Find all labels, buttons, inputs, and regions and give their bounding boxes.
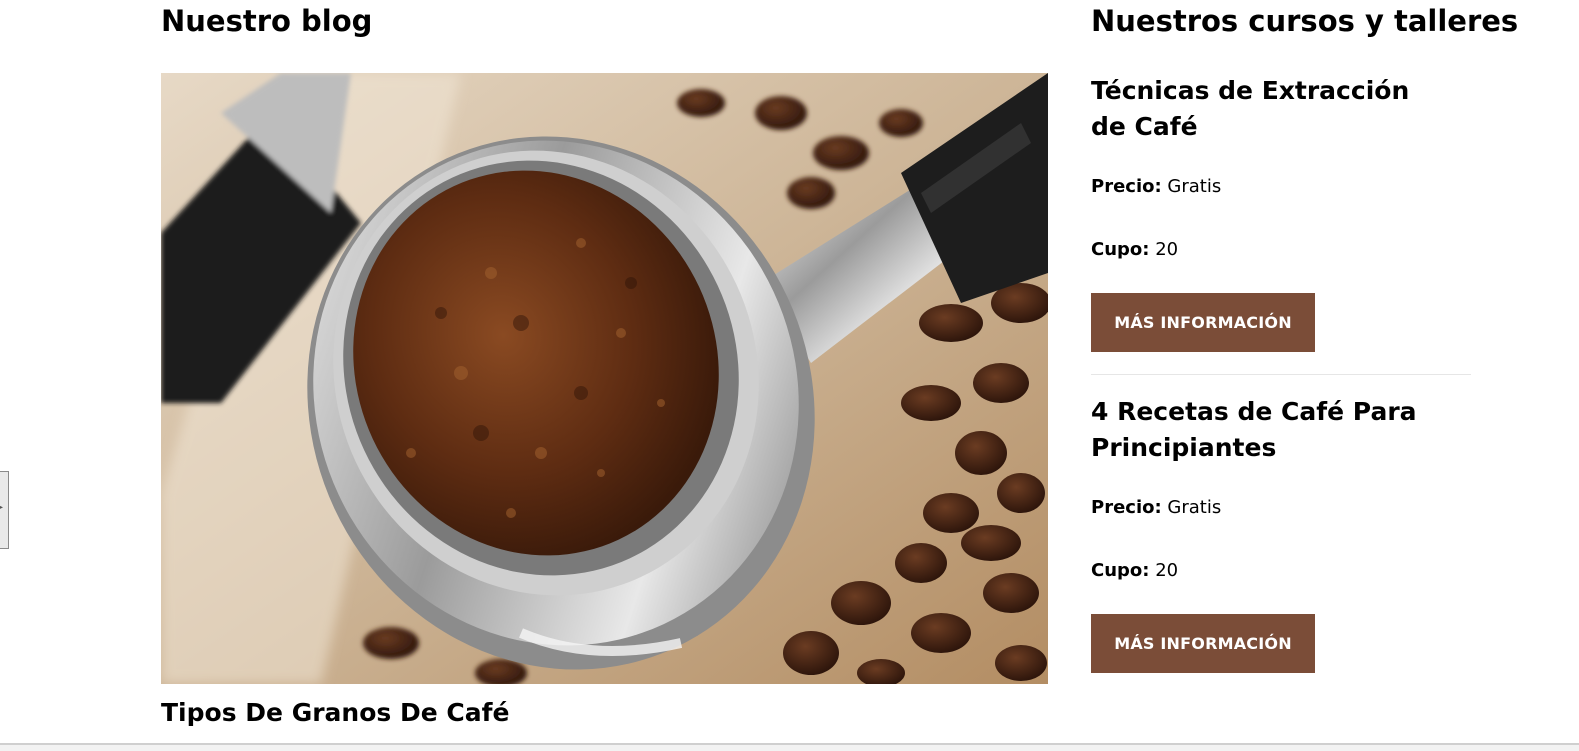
course-card: Técnicas de Extracción de Café Precio: G… <box>1091 73 1471 352</box>
course-title[interactable]: 4 Recetas de Café Para Principiantes <box>1091 394 1451 466</box>
course-divider <box>1091 374 1471 375</box>
blog-post-title[interactable]: Tipos De Granos De Café <box>161 695 509 731</box>
course-capacity: Cupo: 20 <box>1091 237 1178 263</box>
price-label: Precio: <box>1091 497 1162 518</box>
side-widget-tab[interactable]: ▸ <box>0 471 9 549</box>
cupo-label: Cupo: <box>1091 560 1150 581</box>
course-price: Precio: Gratis <box>1091 495 1221 521</box>
blog-post-image[interactable] <box>161 73 1048 684</box>
price-value: Gratis <box>1167 497 1222 518</box>
window-bottom-edge <box>0 743 1579 751</box>
price-label: Precio: <box>1091 176 1162 197</box>
courses-heading: Nuestros cursos y talleres <box>1091 4 1519 38</box>
page: ▸ Nuestro blog Tipos De Granos De Café N… <box>0 0 1579 751</box>
more-info-button[interactable]: MÁS INFORMACIÓN <box>1091 293 1315 352</box>
course-price: Precio: Gratis <box>1091 174 1221 200</box>
cupo-value: 20 <box>1155 239 1179 260</box>
course-title[interactable]: Técnicas de Extracción de Café <box>1091 73 1451 145</box>
blog-heading: Nuestro blog <box>161 4 373 38</box>
cupo-value: 20 <box>1155 560 1179 581</box>
more-info-button[interactable]: MÁS INFORMACIÓN <box>1091 614 1315 673</box>
cupo-label: Cupo: <box>1091 239 1150 260</box>
price-value: Gratis <box>1167 176 1222 197</box>
course-capacity: Cupo: 20 <box>1091 558 1178 584</box>
widget-icon: ▸ <box>0 502 4 513</box>
course-card: 4 Recetas de Café Para Principiantes Pre… <box>1091 394 1471 673</box>
